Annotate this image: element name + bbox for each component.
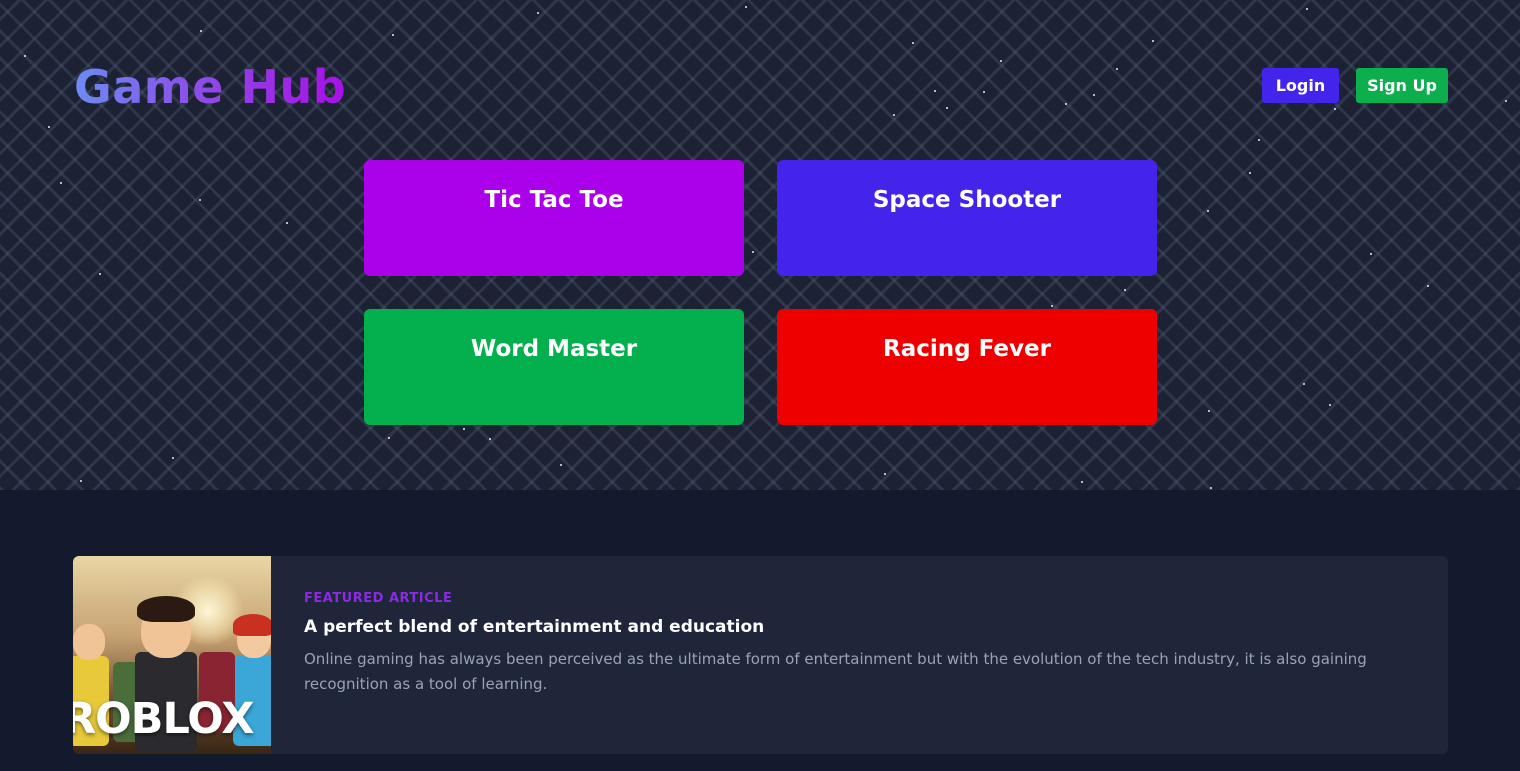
game-card-title: Tic Tac Toe: [484, 187, 624, 213]
star-dot: [99, 273, 101, 275]
star-dot: [560, 464, 562, 466]
star-dot: [934, 90, 936, 92]
star-dot: [983, 91, 985, 93]
game-card-tic-tac-toe[interactable]: Tic Tac Toe: [364, 160, 744, 276]
star-dot: [1093, 94, 1095, 96]
featured-article-card[interactable]: ROBLOX FEATURED ARTICLE A perfect blend …: [73, 556, 1448, 754]
game-card-racing-fever[interactable]: Racing Fever: [777, 309, 1157, 425]
star-dot: [1258, 139, 1260, 141]
star-dot: [752, 251, 754, 253]
star-dot: [745, 6, 747, 8]
article-thumbnail: ROBLOX: [73, 556, 271, 754]
star-dot: [1505, 100, 1507, 102]
article-body: FEATURED ARTICLE A perfect blend of ente…: [271, 556, 1384, 754]
thumbnail-figure-hair: [137, 596, 195, 622]
star-dot: [1124, 289, 1126, 291]
thumbnail-figure-hair: [233, 614, 271, 636]
star-dot: [60, 182, 62, 184]
star-dot: [388, 437, 390, 439]
star-dot: [1207, 210, 1209, 212]
star-dot: [1306, 8, 1308, 10]
star-dot: [884, 473, 886, 475]
star-dot: [893, 114, 895, 116]
star-dot: [537, 12, 539, 14]
star-dot: [1152, 40, 1154, 42]
star-dot: [1329, 404, 1331, 406]
game-card-title: Racing Fever: [883, 336, 1051, 362]
logo[interactable]: Game Hub: [74, 58, 346, 116]
thumbnail-figure-head: [73, 624, 105, 660]
star-dot: [1210, 487, 1212, 489]
star-dot: [24, 55, 26, 57]
star-dot: [912, 42, 914, 44]
game-card-title: Space Shooter: [872, 187, 1062, 213]
star-dot: [1249, 172, 1251, 174]
star-dot: [80, 480, 82, 482]
article-tag: FEATURED ARTICLE: [304, 591, 453, 606]
star-dot: [946, 107, 948, 109]
star-dot: [1370, 253, 1372, 255]
star-dot: [1065, 103, 1067, 105]
star-dot: [1427, 285, 1429, 287]
star-dot: [48, 126, 50, 128]
star-dot: [1303, 383, 1305, 385]
star-dot: [286, 222, 288, 224]
star-dot: [172, 457, 174, 459]
star-dot: [1116, 68, 1118, 70]
star-dot: [1051, 305, 1053, 307]
game-card-space-shooter[interactable]: Space Shooter: [777, 160, 1157, 276]
star-dot: [1334, 108, 1336, 110]
article-title[interactable]: A perfect blend of entertainment and edu…: [304, 616, 1384, 638]
thumbnail-brand-text: ROBLOX: [73, 694, 254, 744]
star-dot: [1000, 60, 1002, 62]
game-card-title: Word Master: [470, 336, 638, 362]
login-button[interactable]: Login: [1262, 68, 1339, 103]
signup-button[interactable]: Sign Up: [1356, 68, 1448, 103]
star-dot: [489, 438, 491, 440]
game-card-word-master[interactable]: Word Master: [364, 309, 744, 425]
article-description: Online gaming has always been perceived …: [304, 650, 1367, 693]
star-dot: [392, 34, 394, 36]
star-dot: [200, 30, 202, 32]
hero-section: Game Hub Login Sign Up Tic Tac Toe Space…: [0, 0, 1520, 490]
star-dot: [1208, 410, 1210, 412]
star-dot: [199, 199, 201, 201]
star-dot: [463, 428, 465, 430]
star-dot: [1081, 481, 1083, 483]
